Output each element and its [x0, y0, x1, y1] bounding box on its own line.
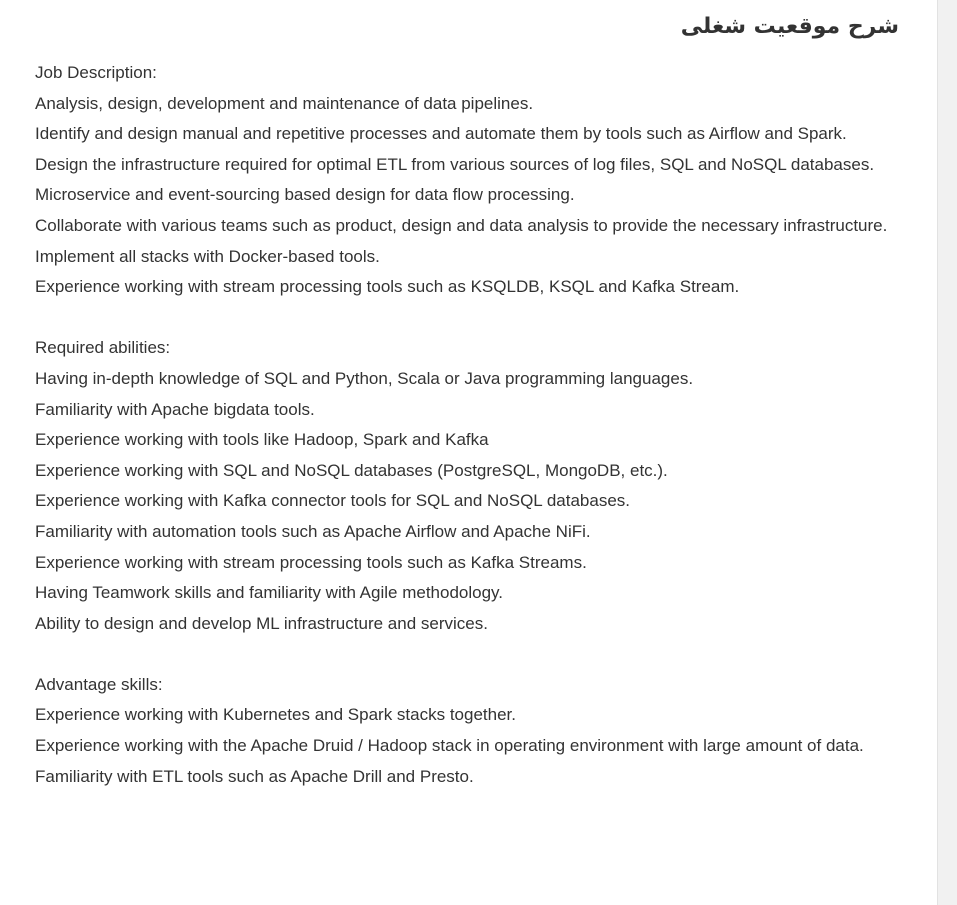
section-heading: Advantage skills: [35, 674, 163, 694]
section-line: Experience working with stream processin… [35, 277, 740, 297]
section-heading: Job Description: [35, 63, 157, 82]
section-line: Having Teamwork skills and familiarity w… [35, 583, 504, 603]
section-line: Identify and design manual and repetitiv… [35, 124, 847, 144]
section-line: Experience working with the Apache Druid… [35, 736, 864, 756]
job-description-body: Job Description: Analysis, design, devel… [35, 58, 905, 792]
section-heading: Required abilities: [35, 338, 171, 358]
section-line: Microservice and event-sourcing based de… [35, 185, 575, 205]
section-line: Design the infrastructure required for o… [35, 154, 875, 174]
vertical-scrollbar[interactable] [937, 0, 957, 905]
page-title: شرح موقعیت شغلی [680, 14, 899, 39]
section-line: Familiarity with Apache bigdata tools. [35, 399, 315, 419]
section-line: Ability to design and develop ML infrast… [35, 613, 488, 633]
section-advantage-skills: Advantage skills: Experience working wit… [35, 670, 905, 792]
section-line: Familiarity with automation tools such a… [35, 521, 591, 541]
section-line: Experience working with tools like Hadoo… [35, 430, 489, 450]
section-required-abilities: Required abilities: Having in-depth know… [35, 333, 905, 639]
section-line: Experience working with Kubernetes and S… [35, 705, 516, 725]
section-line: Experience working with Kafka connector … [35, 491, 631, 511]
section-line: Implement all stacks with Docker-based t… [35, 246, 380, 266]
section-line: Collaborate with various teams such as p… [35, 215, 888, 235]
section-line: Experience working with stream processin… [35, 552, 587, 572]
job-description-panel: شرح موقعیت شغلی Job Description: Analysi… [0, 0, 937, 905]
section-line: Analysis, design, development and mainte… [35, 93, 534, 113]
section-line: Having in-depth knowledge of SQL and Pyt… [35, 368, 694, 388]
section-line: Familiarity with ETL tools such as Apach… [35, 766, 474, 786]
section-line: Experience working with SQL and NoSQL da… [35, 460, 668, 480]
section-job-description: Job Description: Analysis, design, devel… [35, 58, 905, 303]
